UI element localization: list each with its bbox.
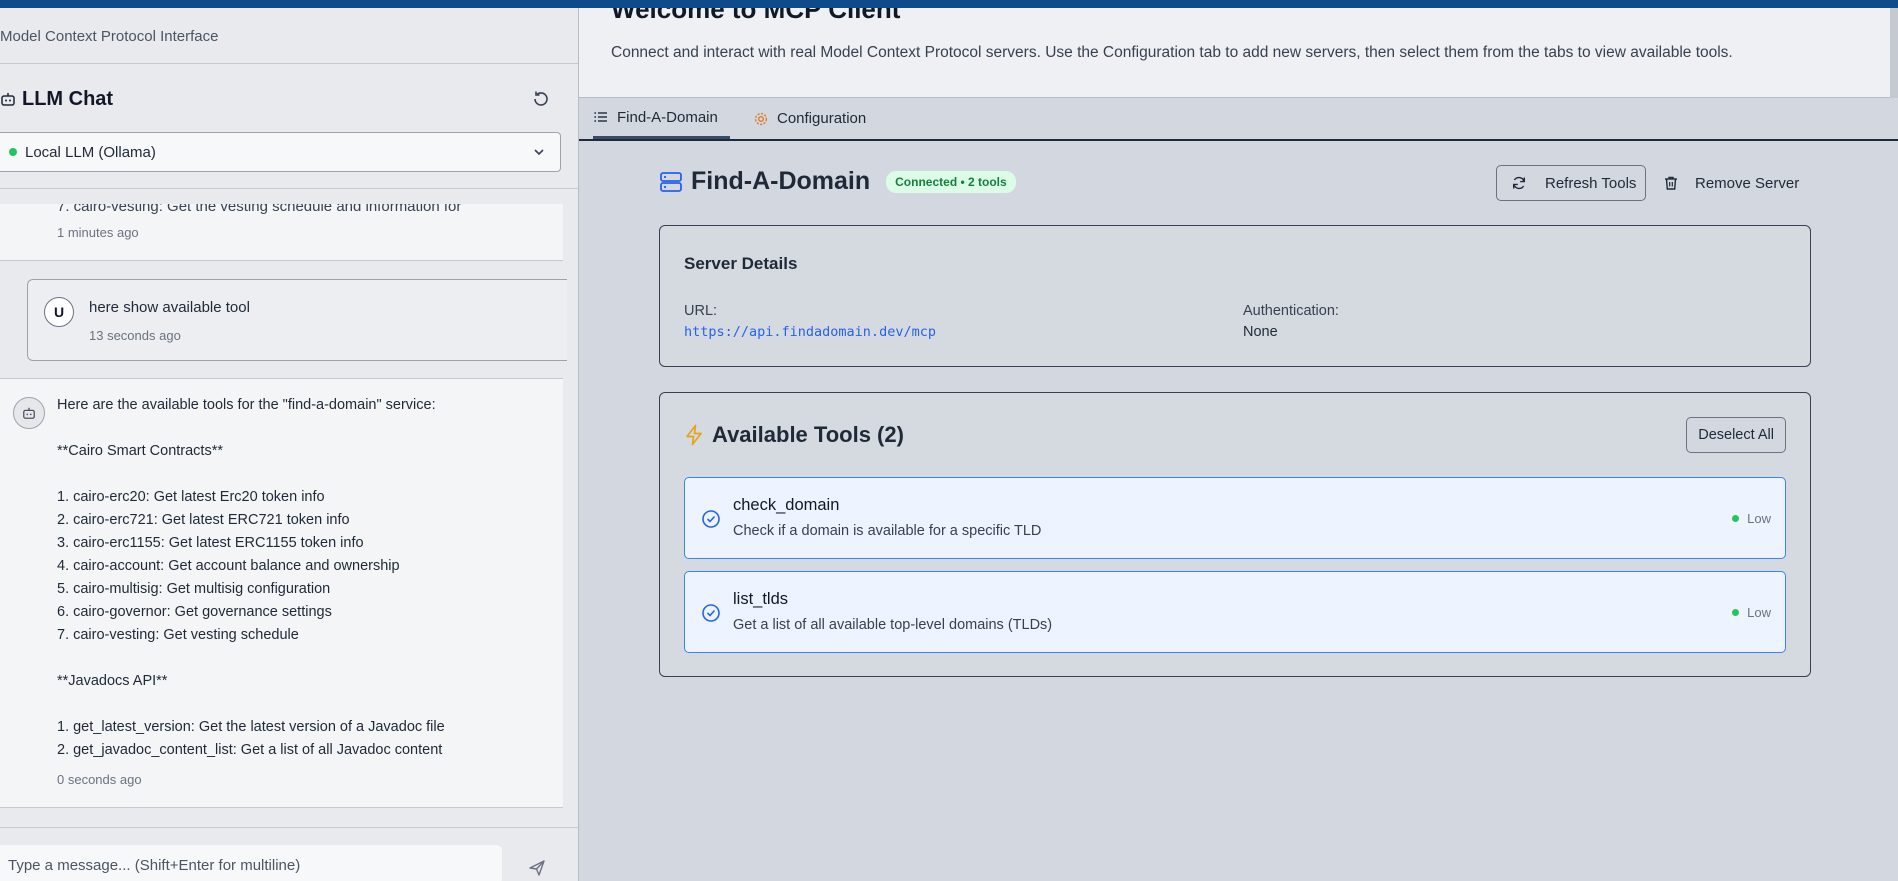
message-input-placeholder: Type a message... (Shift+Enter for multi… bbox=[8, 856, 301, 874]
tool-name: check_domain bbox=[733, 496, 840, 514]
remove-server-label: Remove Server bbox=[1695, 174, 1800, 192]
chat-header: LLM Chat bbox=[0, 86, 578, 112]
message-text: here show available tool bbox=[89, 299, 250, 316]
server-details-card: Server Details URL: https://api.findadom… bbox=[659, 225, 1811, 367]
assistant-message: 7. cairo-vesting: Get the vesting schedu… bbox=[0, 204, 563, 261]
message-text: 7. cairo-vesting: Get the vesting schedu… bbox=[57, 204, 462, 215]
risk-label: Low bbox=[1747, 511, 1771, 526]
divider bbox=[0, 63, 578, 64]
tool-name: list_tlds bbox=[733, 590, 789, 608]
message-line: Here are the available tools for the "fi… bbox=[57, 397, 436, 413]
server-name: Find-A-Domain bbox=[691, 167, 871, 195]
tools-title: Available Tools (2) bbox=[712, 422, 904, 447]
tool-item[interactable]: list_tlds Get a list of all available to… bbox=[684, 571, 1786, 653]
bot-avatar bbox=[13, 397, 45, 429]
assistant-message: Here are the available tools for the "fi… bbox=[0, 378, 563, 808]
welcome-banner: Welcome to MCP Client Connect and intera… bbox=[579, 0, 1890, 98]
server-url: https://api.findadomain.dev/mcp bbox=[684, 324, 936, 340]
message-line: 6. cairo-governor: Get governance settin… bbox=[57, 604, 332, 620]
check-circle-icon[interactable] bbox=[701, 509, 721, 529]
model-select[interactable]: Local LLM (Ollama) bbox=[0, 132, 561, 172]
available-tools-card: Available Tools (2) Deselect All check_d… bbox=[659, 392, 1811, 677]
tab-configuration[interactable]: Configuration bbox=[753, 98, 866, 139]
top-accent-bar bbox=[0, 0, 1898, 8]
user-avatar: U bbox=[44, 297, 74, 327]
app-subtitle: Model Context Protocol Interface bbox=[0, 28, 219, 45]
message-time: 1 minutes ago bbox=[57, 225, 139, 240]
message-input[interactable]: Type a message... (Shift+Enter for multi… bbox=[0, 845, 502, 881]
deselect-all-button[interactable]: Deselect All bbox=[1686, 417, 1786, 453]
list-icon bbox=[594, 112, 607, 122]
tools-header: Available Tools (2) bbox=[684, 422, 904, 448]
message-line: 1. get_latest_version: Get the latest ve… bbox=[57, 719, 445, 735]
bolt-icon bbox=[686, 424, 702, 446]
gear-icon bbox=[754, 112, 768, 125]
reset-chat-icon[interactable] bbox=[531, 89, 551, 109]
tab-label: Find-A-Domain bbox=[617, 108, 718, 126]
trash-icon bbox=[1665, 176, 1677, 190]
remove-server-button[interactable]: Remove Server bbox=[1663, 165, 1799, 201]
divider bbox=[0, 827, 578, 828]
status-badge: Connected • 2 tools bbox=[886, 170, 1016, 193]
message-line: 2. cairo-erc721: Get latest ERC721 token… bbox=[57, 512, 350, 528]
chevron-down-icon bbox=[534, 149, 544, 156]
refresh-tools-button[interactable]: Refresh Tools bbox=[1496, 165, 1646, 201]
risk-level: Low bbox=[1732, 605, 1771, 620]
message-time: 13 seconds ago bbox=[89, 328, 181, 343]
url-label: URL: bbox=[684, 303, 718, 319]
message-line: 7. cairo-vesting: Get vesting schedule bbox=[57, 627, 299, 643]
user-message: U here show available tool 13 seconds ag… bbox=[27, 279, 567, 361]
risk-dot bbox=[1732, 515, 1740, 522]
refresh-tools-label: Refresh Tools bbox=[1545, 174, 1637, 192]
scrollbar[interactable] bbox=[1890, 0, 1898, 98]
message-line: 2. get_javadoc_content_list: Get a list … bbox=[57, 742, 443, 758]
message-line: 3. cairo-erc1155: Get latest ERC1155 tok… bbox=[57, 535, 364, 551]
message-line: **Cairo Smart Contracts** bbox=[57, 443, 223, 459]
bot-icon bbox=[1, 93, 15, 106]
tool-description: Get a list of all available top-level do… bbox=[733, 617, 1053, 633]
tool-description: Check if a domain is available for a spe… bbox=[733, 523, 1042, 539]
check-circle-icon[interactable] bbox=[701, 603, 721, 623]
message-line: 5. cairo-multisig: Get multisig configur… bbox=[57, 581, 331, 597]
risk-dot bbox=[1732, 609, 1740, 616]
risk-label: Low bbox=[1747, 605, 1771, 620]
tab-find-a-domain[interactable]: Find-A-Domain bbox=[593, 98, 730, 139]
server-details-title: Server Details bbox=[684, 254, 798, 273]
auth-label: Authentication: bbox=[1243, 303, 1339, 319]
message-line: 4. cairo-account: Get account balance an… bbox=[57, 558, 400, 574]
server-tabs: Find-A-Domain Configuration bbox=[579, 98, 1898, 141]
chat-title: LLM Chat bbox=[22, 87, 114, 110]
model-select-value: Local LLM (Ollama) bbox=[25, 143, 156, 161]
message-line: 1. cairo-erc20: Get latest Erc20 token i… bbox=[57, 489, 325, 505]
message-time: 0 seconds ago bbox=[57, 772, 142, 787]
send-icon[interactable] bbox=[528, 859, 546, 877]
risk-level: Low bbox=[1732, 511, 1771, 526]
message-line: **Javadocs API** bbox=[57, 673, 168, 689]
bot-icon bbox=[23, 407, 35, 419]
main-panel: Welcome to MCP Client Connect and intera… bbox=[579, 0, 1898, 881]
tool-item[interactable]: check_domain Check if a domain is availa… bbox=[684, 477, 1786, 559]
chat-panel: Model Context Protocol Interface LLM Cha… bbox=[0, 0, 579, 881]
refresh-icon bbox=[1513, 176, 1526, 190]
page-description: Connect and interact with real Model Con… bbox=[611, 44, 1733, 61]
auth-value: None bbox=[1243, 324, 1278, 340]
model-status-dot bbox=[9, 148, 17, 156]
divider bbox=[0, 188, 578, 189]
server-icon bbox=[660, 171, 682, 192]
server-header: Find-A-Domain Connected • 2 tools bbox=[659, 167, 1016, 196]
tab-label: Configuration bbox=[777, 110, 867, 127]
